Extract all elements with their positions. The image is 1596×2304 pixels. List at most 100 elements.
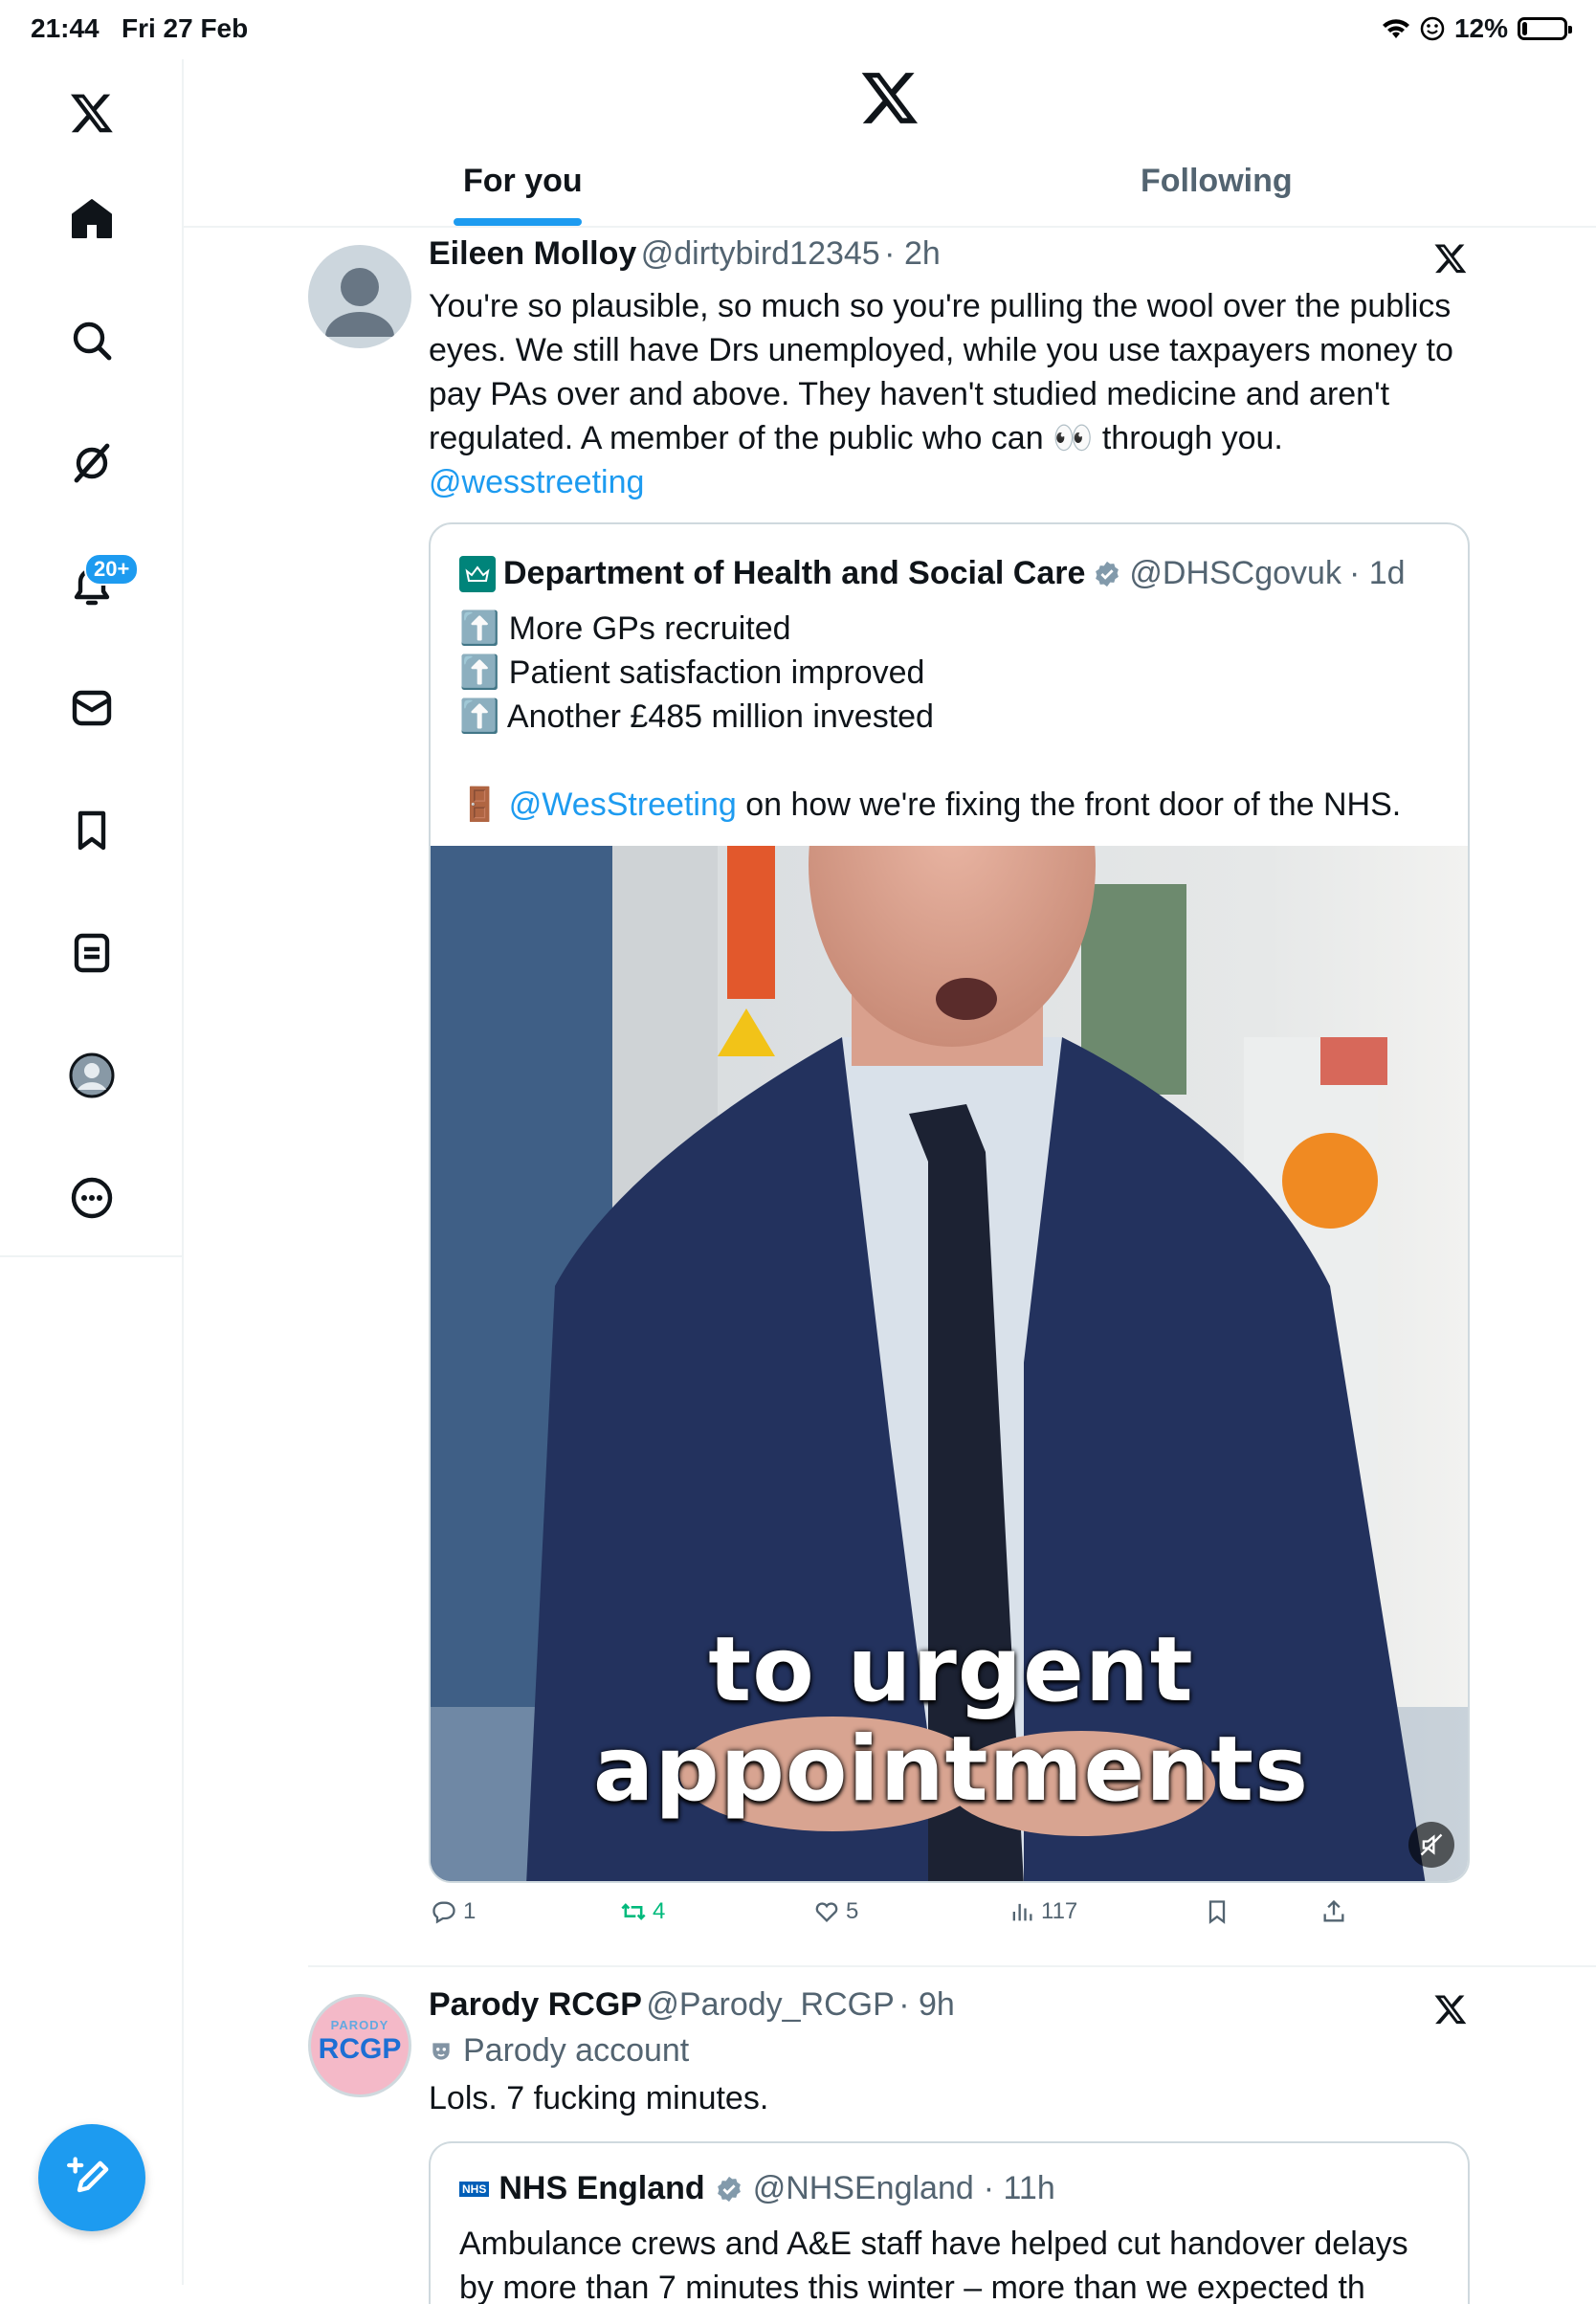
video-player[interactable]: to urgent appointments	[431, 846, 1468, 1881]
quote-author-handle[interactable]: @NHSEngland	[753, 2170, 974, 2207]
verified-badge-icon	[1096, 561, 1119, 587]
mention-link[interactable]: @wesstreeting	[429, 460, 1462, 504]
parody-label-text: Parody account	[463, 2032, 690, 2069]
retweet-button[interactable]: 4	[620, 1898, 665, 1925]
notifications-badge: 20+	[84, 553, 140, 586]
tweet-text-line: pay PAs over and above. They haven't stu…	[429, 376, 1390, 412]
quote-author-name[interactable]: NHS England	[499, 2170, 704, 2207]
tab-indicator	[454, 218, 582, 226]
tweet-text-line: eyes. We still have Drs unemployed, whil…	[429, 332, 1453, 368]
nav-home[interactable]	[46, 172, 138, 264]
quote-line: ⬆️ Patient satisfaction improved	[459, 654, 925, 691]
quote-line: by more than 7 minutes this winter – mor…	[459, 2270, 1365, 2304]
reply-icon	[432, 1901, 455, 1924]
home-icon	[72, 199, 112, 238]
views-button[interactable]: 117	[1009, 1898, 1077, 1925]
status-bar: 21:44 Fri 27 Feb 12%	[0, 0, 1596, 59]
avatar-text-top: PARODY	[330, 2018, 389, 2032]
wifi-icon	[1382, 19, 1409, 38]
x-logo-icon[interactable]	[1433, 1992, 1468, 2027]
compose-button[interactable]	[38, 2124, 145, 2231]
video-caption-line: appointments	[592, 1717, 1310, 1822]
tweet-time[interactable]: · 2h	[884, 235, 941, 272]
share-icon	[1323, 1899, 1344, 1922]
tweet-divider	[308, 1965, 1596, 1967]
nav-grok[interactable]	[46, 417, 138, 509]
author-handle[interactable]: @Parody_RCGP	[646, 1986, 894, 2023]
quote-author-handle[interactable]: @DHSCgovuk	[1129, 555, 1341, 592]
avatar[interactable]: PARODY RCGP	[308, 1994, 411, 2097]
avatar-text: RCGP	[318, 2033, 402, 2065]
nav-lists[interactable]	[46, 907, 138, 999]
nav-profile[interactable]	[46, 1030, 138, 1121]
sidebar: 20+	[0, 59, 184, 1257]
profile-icon	[69, 1052, 115, 1098]
x-logo-icon	[71, 94, 113, 133]
quote-author-name[interactable]: Department of Health and Social Care	[503, 555, 1085, 592]
tweet-text: Lols. 7 fucking minutes.	[429, 2080, 769, 2116]
bookmark-icon	[1208, 1900, 1226, 1924]
verified-badge-icon	[717, 2176, 741, 2202]
author-name[interactable]: Eileen Molloy	[429, 235, 636, 272]
quote-line-rest: on how we're fixing the front door of th…	[745, 786, 1402, 823]
dhsc-avatar	[459, 555, 496, 592]
tweet-text: You're so plausible, so much so you're p…	[429, 284, 1462, 504]
reply-button[interactable]: 1	[431, 1898, 476, 1925]
quote-time[interactable]: · 11h	[984, 2170, 1055, 2207]
x-logo-icon[interactable]	[1433, 241, 1468, 276]
x-logo-button[interactable]	[46, 67, 138, 159]
tab-for-you[interactable]: For you	[463, 163, 583, 200]
like-button[interactable]: 5	[813, 1898, 858, 1925]
more-icon	[71, 1177, 113, 1219]
default-avatar-icon	[325, 268, 394, 337]
tab-following[interactable]: Following	[1141, 163, 1293, 200]
grok-icon	[74, 443, 110, 483]
lists-icon	[74, 933, 110, 973]
focus-icon	[1420, 16, 1445, 41]
video-caption: to urgent appointments	[431, 1618, 1468, 1822]
reply-count: 1	[463, 1898, 477, 1924]
parody-label: Parody account	[429, 2032, 689, 2070]
quote-header: Department of Health and Social Care @DH…	[459, 555, 1406, 592]
sidebar-border	[182, 1257, 184, 2285]
nav-more[interactable]	[46, 1152, 138, 1244]
share-button[interactable]	[1320, 1898, 1347, 1925]
avatar[interactable]	[308, 245, 411, 348]
author-handle[interactable]: @dirtybird12345	[641, 235, 880, 272]
views-icon	[1012, 1903, 1032, 1921]
quoted-tweet[interactable]: NHS NHS England @NHSEngland · 11h Ambula…	[429, 2141, 1470, 2304]
muted-speaker-icon	[1420, 1833, 1443, 1856]
bookmark-button[interactable]	[1204, 1898, 1230, 1925]
mute-button[interactable]	[1408, 1822, 1454, 1868]
tweet-actions: 1 4 5 117	[431, 1898, 1387, 1940]
nav-notifications[interactable]: 20+	[46, 540, 140, 631]
mention-link[interactable]: @WesStreeting	[509, 786, 737, 823]
battery-icon	[1518, 17, 1572, 40]
x-logo-icon	[861, 73, 919, 123]
video-caption-line: to urgent	[708, 1618, 1194, 1722]
tweet-header: Parody RCGP @Parody_RCGP · 9h	[429, 1986, 955, 2024]
author-name[interactable]: Parody RCGP	[429, 1986, 642, 2023]
quote-line: ⬆️ More GPs recruited	[459, 610, 791, 647]
quote-line: ⬆️ Another £485 million invested	[459, 698, 934, 735]
battery-percent: 12%	[1453, 13, 1508, 43]
parody-mask-icon	[432, 2042, 450, 2060]
views-count: 117	[1041, 1898, 1078, 1924]
quote-text: Ambulance crews and A&E staff have helpe…	[459, 2222, 1464, 2304]
quote-header: NHS NHS England @NHSEngland · 11h	[459, 2170, 1055, 2207]
status-time: 21:44 Fri 27 Feb	[31, 13, 249, 43]
retweet-count: 4	[653, 1898, 666, 1924]
tweet-time[interactable]: · 9h	[898, 1986, 955, 2023]
retweet-icon	[621, 1903, 646, 1920]
nav-messages[interactable]	[46, 662, 138, 754]
quote-line: Ambulance crews and A&E staff have helpe…	[459, 2226, 1408, 2262]
messages-icon	[72, 690, 112, 726]
quote-time[interactable]: · 1d	[1349, 555, 1406, 592]
quoted-tweet[interactable]: Department of Health and Social Care @DH…	[429, 522, 1470, 1883]
status-right: 12%	[1382, 13, 1572, 44]
compose-icon	[67, 2157, 109, 2193]
quote-text: ⬆️ More GPs recruited ⬆️ Patient satisfa…	[459, 607, 1454, 827]
nav-bookmarks[interactable]	[46, 785, 138, 876]
quote-line: 🚪 @WesStreeting on how we're fixing the …	[459, 783, 1454, 827]
nav-search[interactable]	[46, 295, 138, 387]
